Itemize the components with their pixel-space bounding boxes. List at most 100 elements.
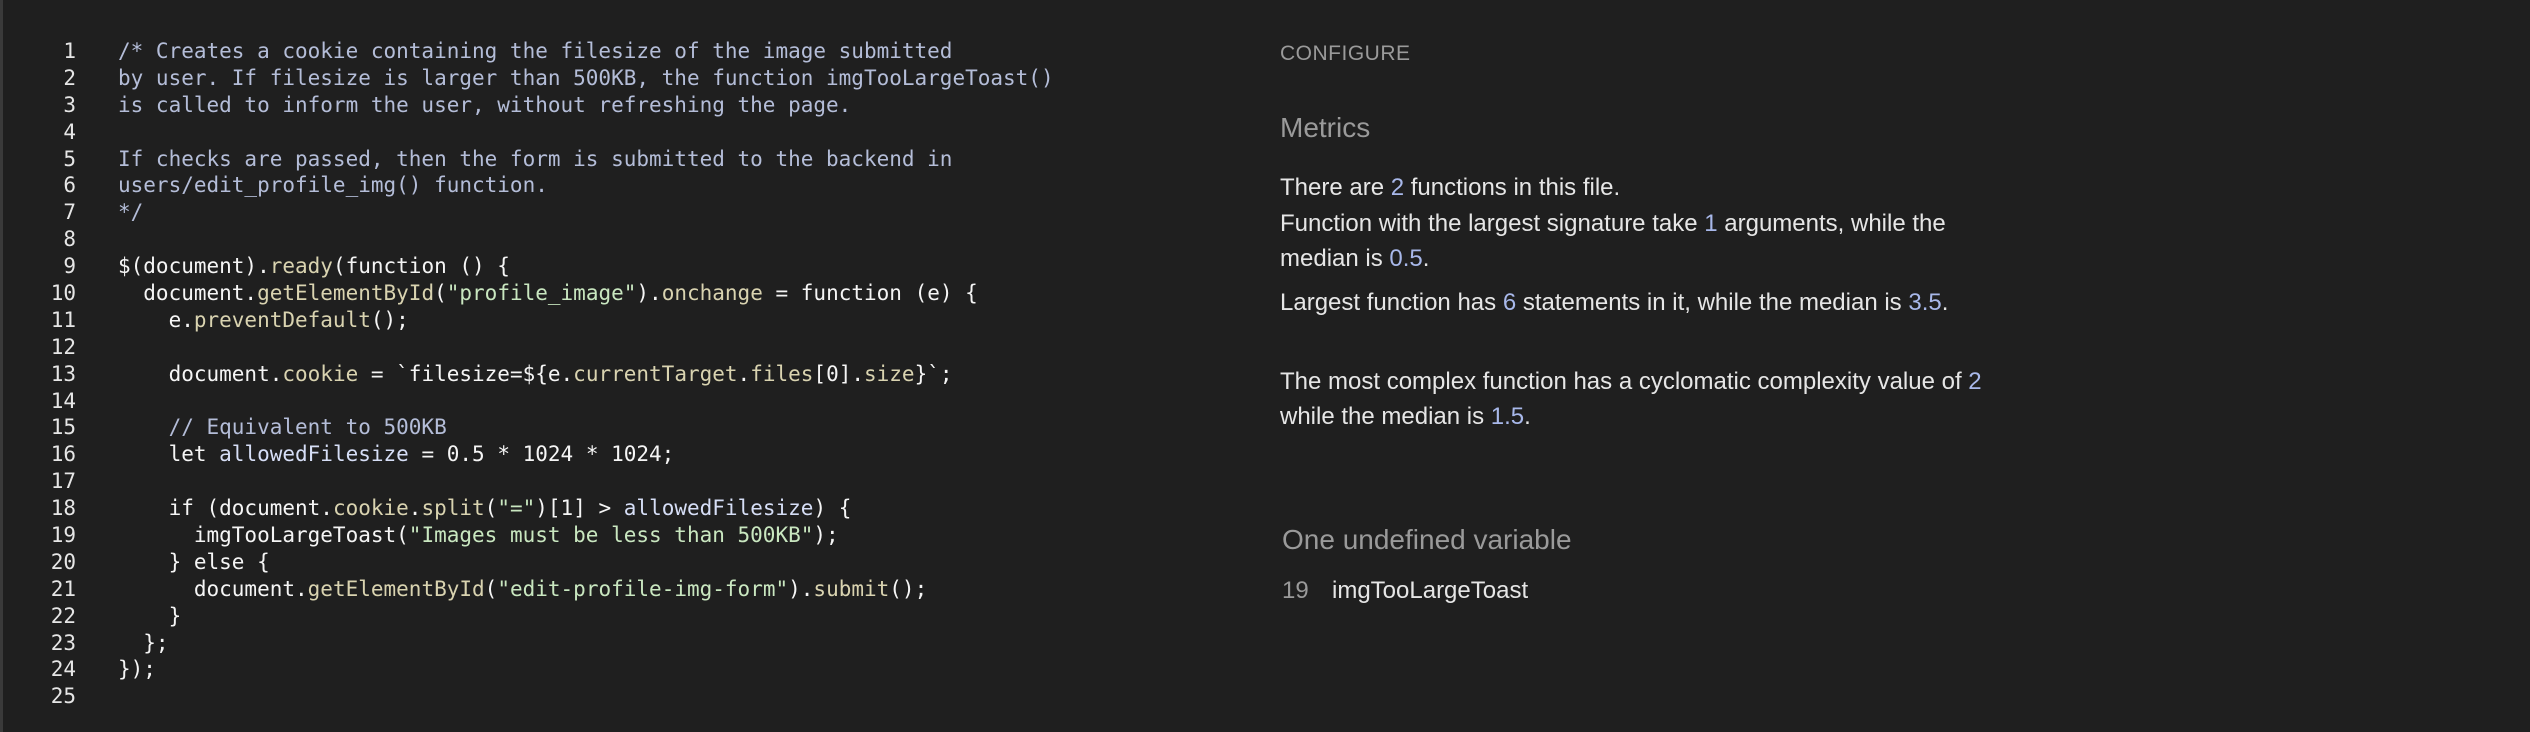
code-token: split [421,496,485,521]
code-token: ). [788,576,814,601]
metric-item: There are 2 functions in this file. [1280,170,2000,205]
code-token: ). [636,281,662,306]
metric-text: . [1941,289,1949,316]
code-token: ); [813,523,839,548]
code-token: is called to inform the user, without re… [118,92,852,117]
line-number: 8 [63,227,76,252]
metric-text: . [1422,245,1430,272]
code-token: If checks are passed, then the form is s… [118,146,953,171]
line-number: 9 [63,254,76,279]
code-token: size [864,361,915,386]
code-token: . [737,361,751,386]
code-editor[interactable]: 1 /* Creates a cookie containing the file… [0,38,1230,710]
code-token: ( [484,576,498,601]
code-line: 16 let allowedFilesize = 0.5 * 1024 * 10… [0,441,1230,468]
line-number: 12 [50,334,76,359]
line-number: 11 [50,307,76,332]
code-token: }; [118,630,169,655]
code-token: } else { [118,549,270,574]
code-token: cookie [332,496,409,521]
line-number: 17 [50,469,76,494]
code-line: 8 [0,226,1230,253]
code-text: if (document.cookie.split("=")[1] > allo… [118,495,852,522]
code-token: getElementById [307,576,485,601]
code-token: */ [118,200,144,225]
code-line: 12 [0,334,1230,361]
code-line: 15 // Equivalent to 500KB [0,414,1230,441]
line-number: 3 [63,92,76,117]
code-line: 10 document.getElementById("profile_imag… [0,280,1230,307]
code-text: e.preventDefault(); [118,307,409,334]
code-line: 2 by user. If filesize is larger than 500… [0,65,1230,92]
code-token: e. [118,307,194,332]
code-text: by user. If filesize is larger than 500K… [118,65,1054,92]
code-line: 24}); [0,656,1230,683]
code-token: (); [370,307,409,332]
code-token: currentTarget [573,361,738,386]
line-number: 2 [63,65,76,90]
code-line: 13 document.cookie = `filesize=${e.curre… [0,361,1230,388]
metric-text: statements in it, while the median is [1516,289,1909,316]
code-text: imgTooLargeToast("Images must be less th… [118,522,839,549]
code-token: document. [118,281,258,306]
line-number: 18 [50,496,76,521]
code-token: getElementById [257,281,435,306]
code-token: }); [118,657,156,682]
code-line: 3 is called to inform the user, without r… [0,92,1230,119]
metric-value: 2 [1390,174,1405,201]
metric-text: . [1524,403,1531,430]
metric-value: 1 [1704,210,1718,237]
code-text: is called to inform the user, without re… [118,92,851,119]
code-token: ( [434,281,447,306]
code-line: 4 [0,119,1230,146]
line-number: 1 [63,39,76,63]
code-token: ( [484,496,498,521]
metric-value: 3.5 [1908,289,1942,316]
code-token: by user. If filesize is larger than 500K… [118,65,1054,90]
code-line: 9 $(document).ready(function () { [0,253,1230,280]
code-token: ) { [813,496,852,521]
metric-value: 0.5 [1389,245,1423,272]
code-line: 25 [0,683,1230,710]
undefined-variables-heading: One undefined variable [1282,524,1572,555]
code-line: 11 e.preventDefault(); [0,307,1230,334]
code-token: onchange [661,281,763,306]
code-token: "=" [497,496,536,521]
undefined-variable-row[interactable]: 19 imgTooLargeToast [1282,576,1528,606]
code-token: allowedFilesize [623,496,814,521]
line-number: 14 [50,388,76,413]
metric-item: Function with the largest signature take… [1280,206,2000,276]
code-token: document. [118,576,308,601]
code-text: } else { [118,549,270,576]
line-number: 25 [50,684,76,709]
code-line: 6 users/edit_profile_img() function. [0,172,1230,199]
code-line: 23 }; [0,630,1230,657]
metric-text: There are [1280,174,1391,201]
line-number: 15 [50,415,76,440]
code-token: = function (e) { [762,281,978,306]
code-token: // Equivalent to 500KB [118,415,447,440]
code-token: document. [118,361,283,386]
code-line: 22 } [0,603,1230,630]
code-token: = 0.5 * 1024 * 1024; [408,442,675,467]
code-token: ready [269,254,333,279]
line-number: 16 [50,442,76,467]
metric-text: Function with the largest signature take [1280,210,1705,237]
line-number: 23 [50,630,76,655]
metric-item: Largest function has 6 statements in it,… [1280,285,2000,320]
configure-link[interactable]: CONFIGURE [1280,42,1411,66]
code-token: cookie [282,361,359,386]
metric-value: 2 [1968,368,1982,395]
code-text: // Equivalent to 500KB [118,414,447,441]
code-token: submit [813,576,890,601]
code-token: imgTooLargeToast( [118,523,409,548]
code-text: $(document).ready(function () { [118,253,510,280]
code-text: let allowedFilesize = 0.5 * 1024 * 1024; [118,441,675,468]
line-number: 7 [63,200,76,225]
metric-text: functions in this file. [1404,174,1621,201]
code-token: )[1] > [535,496,624,521]
code-text: /* Creates a cookie containing the files… [118,38,952,65]
metric-text: The most complex function has a cyclomat… [1280,368,1969,395]
code-text: document.getElementById("edit-profile-im… [118,576,927,603]
code-token: = `filesize=${e. [358,361,574,386]
